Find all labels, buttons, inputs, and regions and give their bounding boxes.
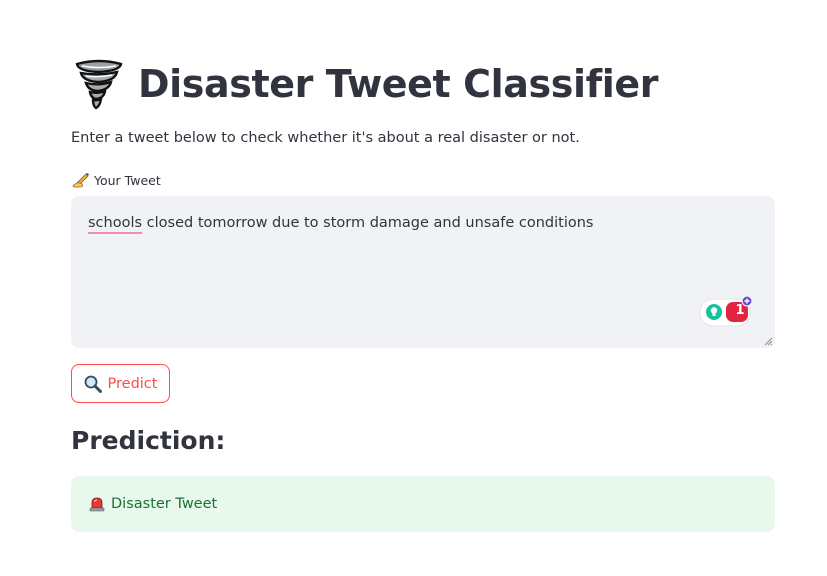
tweet-textarea-value[interactable]: schools closed tomorrow due to storm dam… (88, 215, 593, 231)
grammarly-suggestion-count: 1 (735, 303, 745, 318)
resize-handle-icon[interactable] (763, 336, 773, 346)
page-title: Disaster Tweet Classifier (138, 62, 659, 106)
tweet-text-rest: closed tomorrow due to storm damage and … (142, 215, 594, 231)
page-header: Disaster Tweet Classifier (74, 56, 658, 112)
prediction-result-text: Disaster Tweet (111, 496, 218, 512)
tweet-field-label-text: Your Tweet (94, 172, 161, 188)
page-subtitle: Enter a tweet below to check whether it'… (71, 130, 580, 146)
tweet-textarea[interactable]: schools closed tomorrow due to storm dam… (71, 196, 775, 348)
predict-button-label: Predict (107, 375, 158, 392)
tweet-field-label: Your Tweet (72, 172, 161, 188)
writing-hand-icon (72, 173, 89, 188)
prediction-heading: Prediction: (71, 426, 226, 455)
prediction-result-alert: Disaster Tweet (71, 476, 775, 532)
magnifier-icon (84, 375, 102, 393)
tornado-icon (75, 59, 123, 110)
spellcheck-underlined-word: schools (88, 215, 143, 231)
predict-button[interactable]: Predict (71, 364, 170, 403)
siren-icon (89, 497, 105, 512)
app-page: Disaster Tweet Classifier Enter a tweet … (0, 0, 827, 576)
